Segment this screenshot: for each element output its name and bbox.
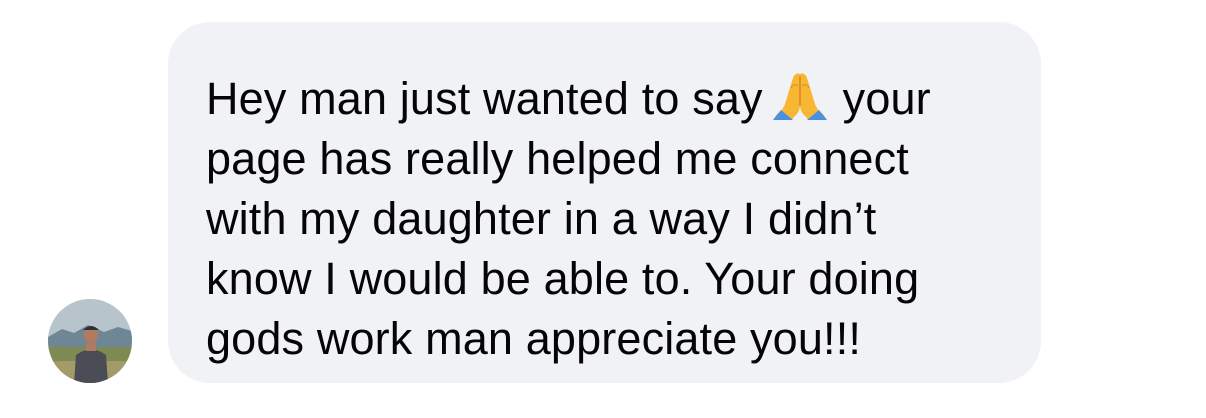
message-line: page has really helped me connect xyxy=(206,133,909,184)
message-bubble[interactable]: Hey man just wanted to say your page has… xyxy=(168,22,1041,383)
message-text: Hey man just wanted to say your page has… xyxy=(206,69,1011,369)
message-line: know I would be able to. Your doing xyxy=(206,253,920,304)
folded-hands-icon xyxy=(771,70,829,122)
profile-photo xyxy=(48,299,132,383)
message-text-before-emoji: Hey man just wanted to say xyxy=(206,73,763,124)
message-line: with my daughter in a way I didn’t xyxy=(206,193,877,244)
message-thread: Hey man just wanted to say your page has… xyxy=(0,0,1206,418)
sender-avatar[interactable] xyxy=(48,299,132,383)
message-text-after-emoji: your xyxy=(842,73,931,124)
message-line: gods work man appreciate you!!! xyxy=(206,313,861,364)
message-line: Hey man just wanted to say your xyxy=(206,69,1011,129)
